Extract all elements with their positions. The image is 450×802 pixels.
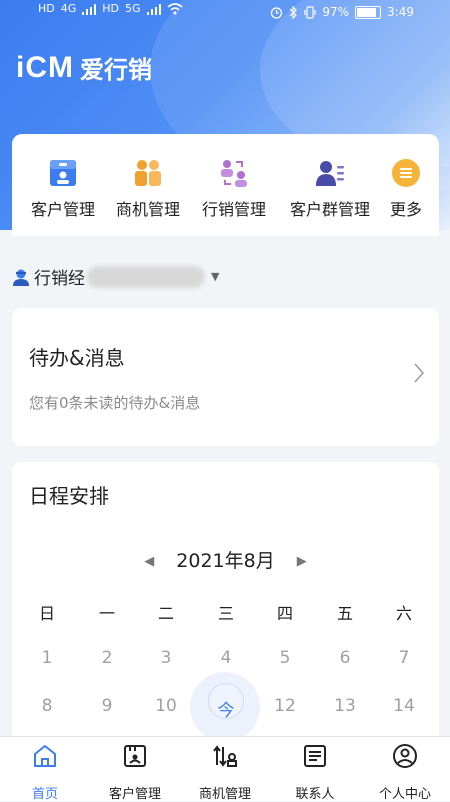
profile-icon <box>393 744 417 768</box>
manager-selector[interactable]: 行销经 ▼ <box>12 264 219 289</box>
manager-label: 行销经 <box>34 269 85 289</box>
quick-item-more[interactable]: 更多 <box>384 158 428 220</box>
weekday-label: 一 <box>98 604 115 623</box>
calendar-day[interactable]: 9 <box>87 696 127 716</box>
calendar-day[interactable]: 6 <box>325 648 365 668</box>
tab-label: 联系人 <box>295 787 335 802</box>
system-icons: 97% 3:49 <box>270 5 414 19</box>
hd-label: HD <box>38 2 55 15</box>
calendar-day[interactable]: 1 <box>27 648 67 668</box>
prev-month-button[interactable]: ◀ <box>144 554 154 569</box>
contacts-icon <box>304 745 326 767</box>
network-5g-label: 5G <box>125 2 141 15</box>
calendar-day[interactable]: 12 <box>265 696 305 716</box>
calendar-day[interactable]: 10 <box>146 696 186 716</box>
quick-item-customer[interactable]: 客户管理 <box>26 158 100 220</box>
signal-icon <box>146 3 161 15</box>
month-navigator: ◀ 2021年8月 ▶ <box>12 546 439 573</box>
logo-mark: iCM <box>16 50 74 84</box>
person-icon <box>13 269 29 286</box>
calendar-day[interactable]: 14 <box>384 696 424 716</box>
redacted-name <box>87 265 205 288</box>
signal-group: HD 4G HD 5G <box>38 3 183 15</box>
weekday-label: 六 <box>395 604 412 623</box>
signal-icon <box>82 3 97 15</box>
todo-subtitle: 您有0条未读的待办&消息 <box>29 394 201 412</box>
more-menu-icon <box>391 158 421 188</box>
calendar-day[interactable]: 8 <box>27 696 67 716</box>
calendar-day[interactable]: 3 <box>146 648 186 668</box>
alarm-icon <box>271 6 283 19</box>
tab-label: 个人中心 <box>378 787 431 802</box>
quick-item-label: 客户管理 <box>30 200 95 219</box>
quick-menu: 客户管理 商机管理 行销管理 客户群管理 更多 <box>12 134 439 236</box>
todo-title: 待办&消息 <box>29 346 125 370</box>
todo-card[interactable]: 待办&消息 您有0条未读的待办&消息 <box>12 308 439 446</box>
calendar-day[interactable]: 4 <box>206 648 246 668</box>
weekday-label: 日 <box>38 604 55 623</box>
bottom-tab-bar: 首页 客户管理 商机管理 联系人 个人中心 <box>0 736 450 802</box>
calendar-day[interactable]: 7 <box>384 648 424 668</box>
quick-item-label: 更多 <box>389 200 422 219</box>
battery-icon <box>355 5 382 19</box>
customer-group-icon <box>315 158 345 188</box>
app-name: 爱行销 <box>80 56 152 84</box>
quick-item-marketing[interactable]: 行销管理 <box>196 158 272 220</box>
weekday-label: 二 <box>157 604 174 623</box>
app-logo: iCM 爱行销 <box>16 50 152 85</box>
network-4g-label: 4G <box>60 2 77 15</box>
weekday-label: 五 <box>336 604 353 623</box>
schedule-card: 日程安排 ◀ 2021年8月 ▶ 日 一 二 三 四 五 六 1 2 3 4 5… <box>12 462 439 752</box>
chevron-right-icon <box>414 363 425 383</box>
tab-label: 首页 <box>31 787 58 802</box>
tab-label: 商机管理 <box>198 787 251 802</box>
clock: 3:49 <box>387 5 414 19</box>
quick-item-label: 行销管理 <box>201 200 266 219</box>
hd-label: HD <box>102 2 120 15</box>
wifi-icon <box>167 3 183 15</box>
schedule-title: 日程安排 <box>29 484 109 508</box>
quick-item-label: 客户群管理 <box>289 200 370 219</box>
tab-profile[interactable]: 个人中心 <box>360 743 450 802</box>
month-label: 2021年8月 <box>176 550 275 572</box>
weekday-label: 四 <box>276 604 293 623</box>
battery-percent: 97% <box>322 5 350 19</box>
tab-opportunity[interactable]: 商机管理 <box>180 743 270 802</box>
tab-customer[interactable]: 客户管理 <box>90 743 180 802</box>
opportunity-icon <box>213 745 237 767</box>
quick-item-customer-group[interactable]: 客户群管理 <box>282 158 378 220</box>
calendar-day-today[interactable]: 今 <box>206 696 246 721</box>
weekday-label: 三 <box>217 604 234 623</box>
opportunity-people-icon <box>133 158 163 188</box>
tab-label: 客户管理 <box>108 787 161 802</box>
customer-icon <box>124 745 146 767</box>
chevron-down-icon: ▼ <box>211 270 220 283</box>
calendar-day[interactable]: 5 <box>265 648 305 668</box>
home-icon <box>34 745 56 767</box>
quick-item-label: 商机管理 <box>115 200 180 219</box>
tab-home[interactable]: 首页 <box>0 743 90 802</box>
calendar-day[interactable]: 13 <box>325 696 365 716</box>
bluetooth-icon <box>289 5 298 19</box>
tab-contacts[interactable]: 联系人 <box>270 743 360 802</box>
vibrate-icon <box>304 5 316 19</box>
customer-card-icon <box>48 158 78 188</box>
status-bar: HD 4G HD 5G 97% 3:49 <box>0 0 450 28</box>
quick-item-opportunity[interactable]: 商机管理 <box>110 158 186 220</box>
marketing-people-icon <box>219 158 249 188</box>
next-month-button[interactable]: ▶ <box>297 554 307 569</box>
calendar-day[interactable]: 2 <box>87 648 127 668</box>
